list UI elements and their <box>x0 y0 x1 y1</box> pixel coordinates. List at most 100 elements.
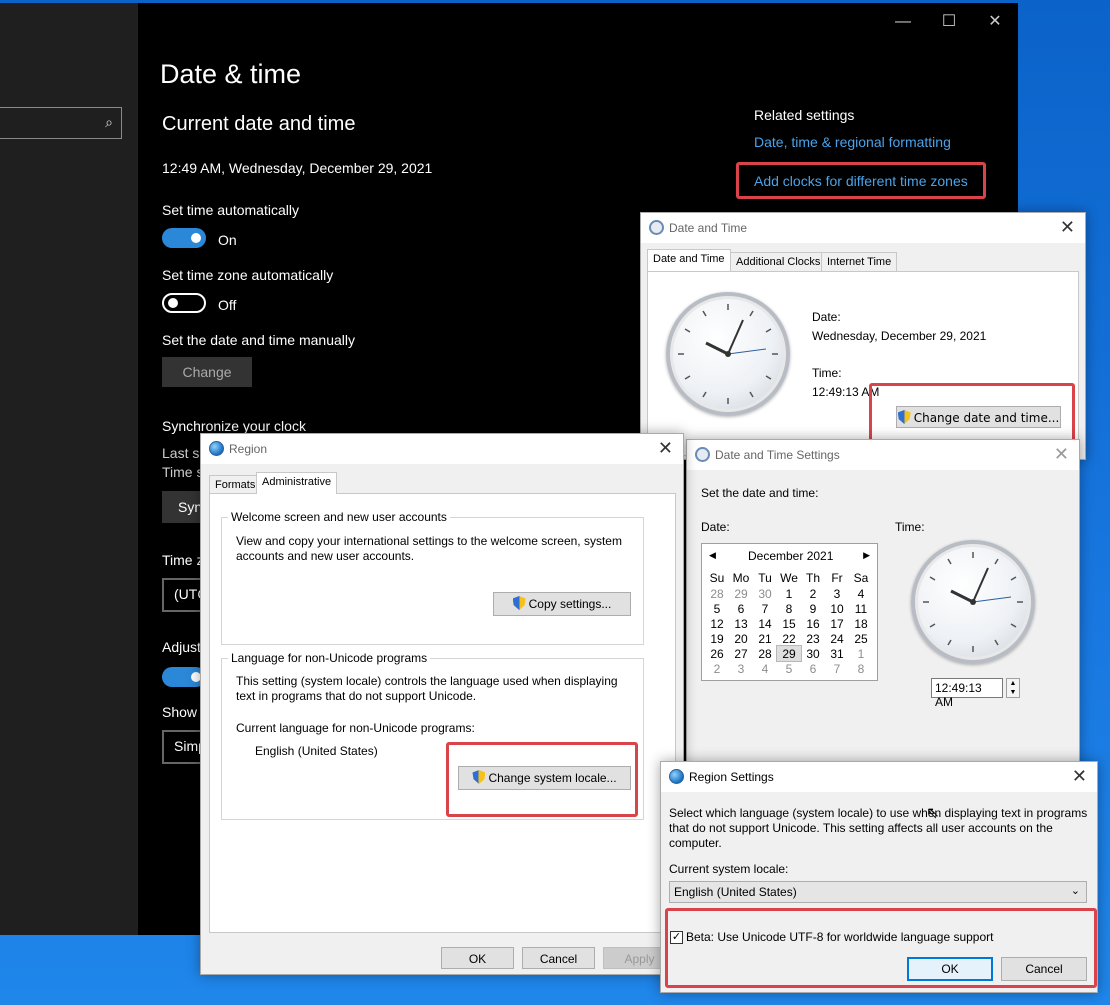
settings-sidebar <box>0 3 138 935</box>
close-button[interactable]: ✕ <box>980 11 1010 33</box>
calendar-day[interactable]: 1 <box>849 646 873 661</box>
region-dialog: Region ✕ Formats Administrative Welcome … <box>200 433 684 975</box>
next-month-button[interactable]: ▶ <box>863 550 870 561</box>
date-label: Date: <box>812 310 841 324</box>
calendar-day[interactable]: 22 <box>777 631 801 646</box>
calendar-day[interactable]: 24 <box>825 631 849 646</box>
highlight-box <box>446 742 638 817</box>
calendar-day[interactable]: 6 <box>801 661 825 676</box>
calendar-day[interactable]: 3 <box>825 586 849 601</box>
tab-administrative[interactable]: Administrative <box>256 472 338 494</box>
calendar-day[interactable]: 31 <box>825 646 849 661</box>
calendar-day[interactable]: 2 <box>705 661 729 676</box>
set-time-auto-toggle[interactable] <box>162 228 206 248</box>
globe-icon <box>209 441 224 456</box>
calendar-day[interactable]: 18 <box>849 616 873 631</box>
tab-formats[interactable]: Formats <box>209 475 262 495</box>
calendar-day[interactable]: 21 <box>753 631 777 646</box>
time-spinner[interactable]: ▲ ▼ <box>1006 678 1020 698</box>
set-time-auto-label: Set time automatically <box>162 202 299 218</box>
calendar-day[interactable]: 17 <box>825 616 849 631</box>
uac-shield-icon <box>512 596 526 610</box>
set-time-auto-state: On <box>218 232 237 248</box>
dialog-titlebar: Region ✕ <box>201 434 683 464</box>
calendar-day[interactable]: 29 <box>776 645 802 662</box>
maximize-button[interactable]: ☐ <box>934 11 964 33</box>
ok-button[interactable]: OK <box>441 947 514 969</box>
calendar-day[interactable]: 30 <box>753 586 777 601</box>
weekday-header: Th <box>805 571 820 585</box>
calendar-day[interactable]: 8 <box>849 661 873 676</box>
change-button[interactable]: Change <box>162 357 252 387</box>
time-label: Time: <box>812 366 842 380</box>
weekday-header: Fr <box>831 571 843 585</box>
analog-clock <box>666 292 790 416</box>
time-input[interactable]: 12:49:13 AM <box>931 678 1003 709</box>
calendar-day[interactable]: 23 <box>801 631 825 646</box>
calendar-day[interactable]: 12 <box>705 616 729 631</box>
calendar-day[interactable]: 7 <box>825 661 849 676</box>
calendar-day[interactable]: 3 <box>729 661 753 676</box>
cancel-button[interactable]: Cancel <box>522 947 595 969</box>
current-language-value: English (United States) <box>255 744 378 758</box>
close-icon[interactable]: ✕ <box>1060 217 1075 238</box>
add-clocks-link[interactable]: Add clocks for different time zones <box>754 173 968 189</box>
calendar-day[interactable]: 14 <box>753 616 777 631</box>
chevron-down-icon: ⌄ <box>1070 885 1080 897</box>
set-tz-auto-state: Off <box>218 297 237 313</box>
calendar-day[interactable]: 2 <box>801 586 825 601</box>
welcome-description: View and copy your international setting… <box>236 534 622 563</box>
system-locale-value: English (United States) <box>674 885 797 899</box>
calendar-day[interactable]: 13 <box>729 616 753 631</box>
calendar-day[interactable]: 5 <box>777 661 801 676</box>
calendar-day[interactable]: 5 <box>705 601 729 616</box>
calendar-day[interactable]: 20 <box>729 631 753 646</box>
calendar-day[interactable]: 30 <box>801 646 825 661</box>
prev-month-button[interactable]: ◀ <box>709 550 716 561</box>
date-label: Date: <box>701 520 730 534</box>
calendar-day[interactable]: 29 <box>729 586 753 601</box>
nonunicode-group-title: Language for non-Unicode programs <box>228 651 431 665</box>
page-title: Date & time <box>160 59 302 89</box>
calendar-day[interactable]: 9 <box>801 601 825 616</box>
calendar-day[interactable]: 19 <box>705 631 729 646</box>
calendar-day[interactable]: 4 <box>753 661 777 676</box>
calendar-day[interactable]: 15 <box>777 616 801 631</box>
clock-app-icon <box>695 447 710 462</box>
search-input[interactable]: ⌕ <box>0 107 122 139</box>
calendar-day[interactable]: 7 <box>753 601 777 616</box>
tab-additional-clocks[interactable]: Additional Clocks <box>730 252 827 272</box>
calendar-day[interactable]: 26 <box>705 646 729 661</box>
copy-settings-button[interactable]: Copy settings... <box>493 592 631 616</box>
tab-date-and-time[interactable]: Date and Time <box>647 249 731 271</box>
calendar-day[interactable]: 4 <box>849 586 873 601</box>
close-icon[interactable]: ✕ <box>1072 766 1087 787</box>
weekday-header: Sa <box>853 571 869 585</box>
calendar: ◀ December 2021 ▶ Su Mo Tu We Th Fr Sa 28 29 30 1… <box>701 543 878 681</box>
calendar-day[interactable]: 1 <box>777 586 801 601</box>
current-datetime: 12:49 AM, Wednesday, December 29, 2021 <box>162 160 433 176</box>
close-icon[interactable]: ✕ <box>658 438 673 459</box>
calendar-day[interactable]: 28 <box>753 646 777 661</box>
set-tz-auto-toggle[interactable] <box>162 293 206 313</box>
calendar-day[interactable]: 28 <box>705 586 729 601</box>
system-locale-select[interactable]: English (United States) ⌄ <box>669 881 1087 903</box>
weekday-header: Su <box>709 571 725 585</box>
close-icon[interactable]: ✕ <box>1054 444 1069 465</box>
calendar-day[interactable]: 25 <box>849 631 873 646</box>
calendar-day[interactable]: 8 <box>777 601 801 616</box>
tab-internet-time[interactable]: Internet Time <box>821 252 898 272</box>
region-settings-description: Select which language (system locale) to… <box>669 806 1088 850</box>
calendar-day[interactable]: 6 <box>729 601 753 616</box>
time-label: Time: <box>895 520 925 534</box>
highlight-box <box>665 908 1097 988</box>
calendar-day[interactable]: 10 <box>825 601 849 616</box>
tab-panel: Welcome screen and new user accounts Vie… <box>209 493 676 933</box>
welcome-group: Welcome screen and new user accounts Vie… <box>221 510 644 645</box>
calendar-day[interactable]: 11 <box>849 601 873 616</box>
month-label[interactable]: December 2021 <box>748 549 833 563</box>
calendar-day[interactable]: 27 <box>729 646 753 661</box>
minimize-button[interactable]: — <box>888 11 918 33</box>
regional-formatting-link[interactable]: Date, time & regional formatting <box>754 134 951 150</box>
calendar-day[interactable]: 16 <box>801 616 825 631</box>
